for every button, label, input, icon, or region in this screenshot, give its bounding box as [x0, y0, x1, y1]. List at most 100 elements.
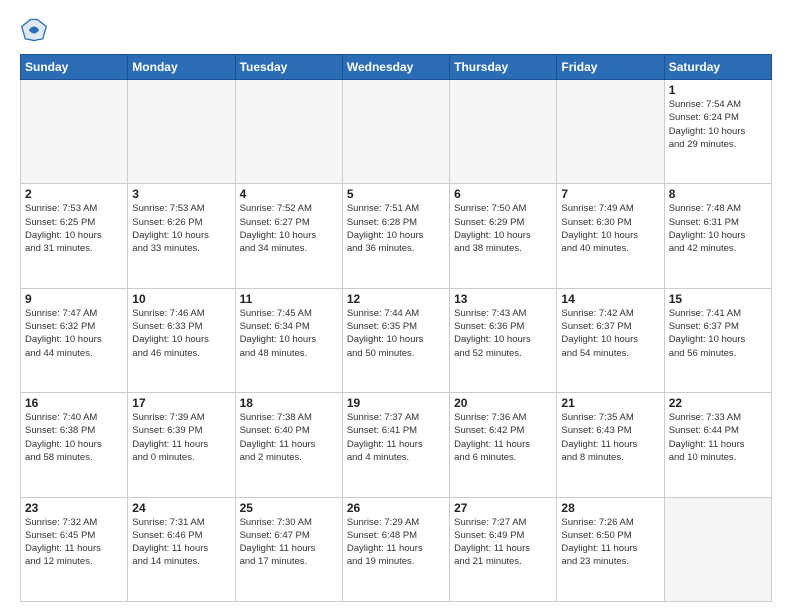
- calendar-cell: 27Sunrise: 7:27 AM Sunset: 6:49 PM Dayli…: [450, 497, 557, 601]
- day-number: 2: [25, 187, 123, 201]
- day-number: 4: [240, 187, 338, 201]
- day-number: 3: [132, 187, 230, 201]
- calendar-week-row: 2Sunrise: 7:53 AM Sunset: 6:25 PM Daylig…: [21, 184, 772, 288]
- logo-icon: [20, 16, 48, 44]
- weekday-header: Saturday: [664, 55, 771, 80]
- calendar-cell: [557, 80, 664, 184]
- day-number: 27: [454, 501, 552, 515]
- calendar-cell: 9Sunrise: 7:47 AM Sunset: 6:32 PM Daylig…: [21, 288, 128, 392]
- calendar-cell: 12Sunrise: 7:44 AM Sunset: 6:35 PM Dayli…: [342, 288, 449, 392]
- calendar-cell: 20Sunrise: 7:36 AM Sunset: 6:42 PM Dayli…: [450, 393, 557, 497]
- day-number: 21: [561, 396, 659, 410]
- day-info: Sunrise: 7:29 AM Sunset: 6:48 PM Dayligh…: [347, 516, 445, 569]
- calendar-cell: 15Sunrise: 7:41 AM Sunset: 6:37 PM Dayli…: [664, 288, 771, 392]
- day-info: Sunrise: 7:47 AM Sunset: 6:32 PM Dayligh…: [25, 307, 123, 360]
- calendar-cell: 25Sunrise: 7:30 AM Sunset: 6:47 PM Dayli…: [235, 497, 342, 601]
- day-info: Sunrise: 7:42 AM Sunset: 6:37 PM Dayligh…: [561, 307, 659, 360]
- calendar-cell: [450, 80, 557, 184]
- day-info: Sunrise: 7:43 AM Sunset: 6:36 PM Dayligh…: [454, 307, 552, 360]
- day-info: Sunrise: 7:53 AM Sunset: 6:26 PM Dayligh…: [132, 202, 230, 255]
- calendar-cell: 10Sunrise: 7:46 AM Sunset: 6:33 PM Dayli…: [128, 288, 235, 392]
- calendar-cell: 8Sunrise: 7:48 AM Sunset: 6:31 PM Daylig…: [664, 184, 771, 288]
- day-info: Sunrise: 7:36 AM Sunset: 6:42 PM Dayligh…: [454, 411, 552, 464]
- day-info: Sunrise: 7:38 AM Sunset: 6:40 PM Dayligh…: [240, 411, 338, 464]
- calendar-cell: 1Sunrise: 7:54 AM Sunset: 6:24 PM Daylig…: [664, 80, 771, 184]
- calendar-cell: 22Sunrise: 7:33 AM Sunset: 6:44 PM Dayli…: [664, 393, 771, 497]
- calendar-table: SundayMondayTuesdayWednesdayThursdayFrid…: [20, 54, 772, 602]
- calendar-cell: [21, 80, 128, 184]
- day-info: Sunrise: 7:53 AM Sunset: 6:25 PM Dayligh…: [25, 202, 123, 255]
- day-info: Sunrise: 7:45 AM Sunset: 6:34 PM Dayligh…: [240, 307, 338, 360]
- day-info: Sunrise: 7:30 AM Sunset: 6:47 PM Dayligh…: [240, 516, 338, 569]
- day-number: 10: [132, 292, 230, 306]
- calendar-cell: [342, 80, 449, 184]
- calendar-cell: 24Sunrise: 7:31 AM Sunset: 6:46 PM Dayli…: [128, 497, 235, 601]
- calendar-week-row: 23Sunrise: 7:32 AM Sunset: 6:45 PM Dayli…: [21, 497, 772, 601]
- day-number: 28: [561, 501, 659, 515]
- calendar-cell: 16Sunrise: 7:40 AM Sunset: 6:38 PM Dayli…: [21, 393, 128, 497]
- calendar-cell: 17Sunrise: 7:39 AM Sunset: 6:39 PM Dayli…: [128, 393, 235, 497]
- day-number: 15: [669, 292, 767, 306]
- day-number: 18: [240, 396, 338, 410]
- day-info: Sunrise: 7:51 AM Sunset: 6:28 PM Dayligh…: [347, 202, 445, 255]
- weekday-header: Thursday: [450, 55, 557, 80]
- calendar-week-row: 16Sunrise: 7:40 AM Sunset: 6:38 PM Dayli…: [21, 393, 772, 497]
- day-info: Sunrise: 7:37 AM Sunset: 6:41 PM Dayligh…: [347, 411, 445, 464]
- calendar-cell: [128, 80, 235, 184]
- calendar-week-row: 1Sunrise: 7:54 AM Sunset: 6:24 PM Daylig…: [21, 80, 772, 184]
- day-number: 7: [561, 187, 659, 201]
- day-info: Sunrise: 7:33 AM Sunset: 6:44 PM Dayligh…: [669, 411, 767, 464]
- day-info: Sunrise: 7:32 AM Sunset: 6:45 PM Dayligh…: [25, 516, 123, 569]
- day-info: Sunrise: 7:26 AM Sunset: 6:50 PM Dayligh…: [561, 516, 659, 569]
- calendar-cell: 28Sunrise: 7:26 AM Sunset: 6:50 PM Dayli…: [557, 497, 664, 601]
- calendar-cell: 14Sunrise: 7:42 AM Sunset: 6:37 PM Dayli…: [557, 288, 664, 392]
- day-number: 9: [25, 292, 123, 306]
- day-number: 5: [347, 187, 445, 201]
- day-info: Sunrise: 7:31 AM Sunset: 6:46 PM Dayligh…: [132, 516, 230, 569]
- day-info: Sunrise: 7:54 AM Sunset: 6:24 PM Dayligh…: [669, 98, 767, 151]
- page: SundayMondayTuesdayWednesdayThursdayFrid…: [0, 0, 792, 612]
- day-info: Sunrise: 7:50 AM Sunset: 6:29 PM Dayligh…: [454, 202, 552, 255]
- calendar-cell: 18Sunrise: 7:38 AM Sunset: 6:40 PM Dayli…: [235, 393, 342, 497]
- day-info: Sunrise: 7:49 AM Sunset: 6:30 PM Dayligh…: [561, 202, 659, 255]
- day-number: 19: [347, 396, 445, 410]
- day-info: Sunrise: 7:27 AM Sunset: 6:49 PM Dayligh…: [454, 516, 552, 569]
- day-number: 26: [347, 501, 445, 515]
- day-number: 17: [132, 396, 230, 410]
- calendar-cell: [235, 80, 342, 184]
- day-info: Sunrise: 7:48 AM Sunset: 6:31 PM Dayligh…: [669, 202, 767, 255]
- day-number: 12: [347, 292, 445, 306]
- day-info: Sunrise: 7:39 AM Sunset: 6:39 PM Dayligh…: [132, 411, 230, 464]
- day-number: 20: [454, 396, 552, 410]
- day-number: 8: [669, 187, 767, 201]
- weekday-header: Monday: [128, 55, 235, 80]
- calendar-cell: 4Sunrise: 7:52 AM Sunset: 6:27 PM Daylig…: [235, 184, 342, 288]
- day-info: Sunrise: 7:35 AM Sunset: 6:43 PM Dayligh…: [561, 411, 659, 464]
- day-info: Sunrise: 7:46 AM Sunset: 6:33 PM Dayligh…: [132, 307, 230, 360]
- day-info: Sunrise: 7:40 AM Sunset: 6:38 PM Dayligh…: [25, 411, 123, 464]
- day-info: Sunrise: 7:44 AM Sunset: 6:35 PM Dayligh…: [347, 307, 445, 360]
- day-number: 14: [561, 292, 659, 306]
- logo: [20, 16, 52, 44]
- day-info: Sunrise: 7:41 AM Sunset: 6:37 PM Dayligh…: [669, 307, 767, 360]
- calendar-cell: 2Sunrise: 7:53 AM Sunset: 6:25 PM Daylig…: [21, 184, 128, 288]
- header: [20, 16, 772, 44]
- calendar-cell: 23Sunrise: 7:32 AM Sunset: 6:45 PM Dayli…: [21, 497, 128, 601]
- day-number: 24: [132, 501, 230, 515]
- day-number: 11: [240, 292, 338, 306]
- day-number: 22: [669, 396, 767, 410]
- calendar-cell: 3Sunrise: 7:53 AM Sunset: 6:26 PM Daylig…: [128, 184, 235, 288]
- calendar-cell: [664, 497, 771, 601]
- weekday-header: Friday: [557, 55, 664, 80]
- calendar-cell: 7Sunrise: 7:49 AM Sunset: 6:30 PM Daylig…: [557, 184, 664, 288]
- calendar-cell: 21Sunrise: 7:35 AM Sunset: 6:43 PM Dayli…: [557, 393, 664, 497]
- weekday-header: Wednesday: [342, 55, 449, 80]
- calendar-cell: 6Sunrise: 7:50 AM Sunset: 6:29 PM Daylig…: [450, 184, 557, 288]
- day-number: 6: [454, 187, 552, 201]
- calendar-cell: 11Sunrise: 7:45 AM Sunset: 6:34 PM Dayli…: [235, 288, 342, 392]
- calendar-cell: 5Sunrise: 7:51 AM Sunset: 6:28 PM Daylig…: [342, 184, 449, 288]
- weekday-header: Tuesday: [235, 55, 342, 80]
- day-number: 23: [25, 501, 123, 515]
- day-number: 25: [240, 501, 338, 515]
- day-number: 1: [669, 83, 767, 97]
